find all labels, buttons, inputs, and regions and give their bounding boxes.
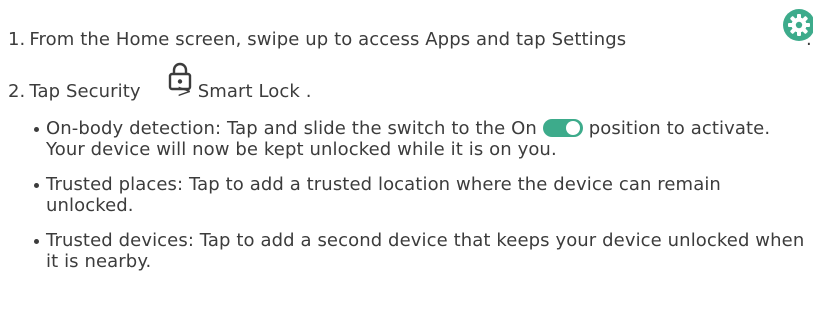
step-1-number: 1. — [8, 29, 26, 50]
bullet-3-text: Trusted devices: Tap to add a second dev… — [46, 230, 805, 272]
bullet-1-text-before: On-body detection: Tap and slide the swi… — [46, 118, 537, 139]
instructions-page: 1. From the Home screen, swipe up to acce… — [0, 0, 813, 316]
bullet-dot — [34, 239, 39, 244]
step-1-text: From the Home screen, swipe up to access… — [29, 29, 627, 50]
list-item: Trusted devices: Tap to add a second dev… — [33, 230, 813, 272]
bullet-dot — [34, 183, 39, 188]
list-item: On-body detection: Tap and slide the swi… — [33, 118, 813, 160]
bullet-dot — [34, 127, 39, 132]
step-2: 2. Tap Security > Smart Lock . — [8, 80, 312, 104]
step-1-suffix: . — [806, 29, 812, 50]
step-2-text-after: > Smart Lock . — [176, 81, 312, 102]
bullet-2-text: Trusted places: Tap to add a trusted loc… — [46, 174, 721, 216]
toggle-knob — [565, 121, 580, 135]
toggle-on-icon — [542, 119, 583, 137]
step-2-text-before: Tap Security — [29, 81, 141, 102]
list-item: Trusted places: Tap to add a trusted loc… — [33, 174, 813, 216]
step-2-number: 2. — [8, 81, 26, 102]
step-1: 1. From the Home screen, swipe up to acce… — [8, 28, 626, 52]
bullet-list: On-body detection: Tap and slide the swi… — [33, 118, 813, 286]
lock-icon — [168, 62, 192, 91]
